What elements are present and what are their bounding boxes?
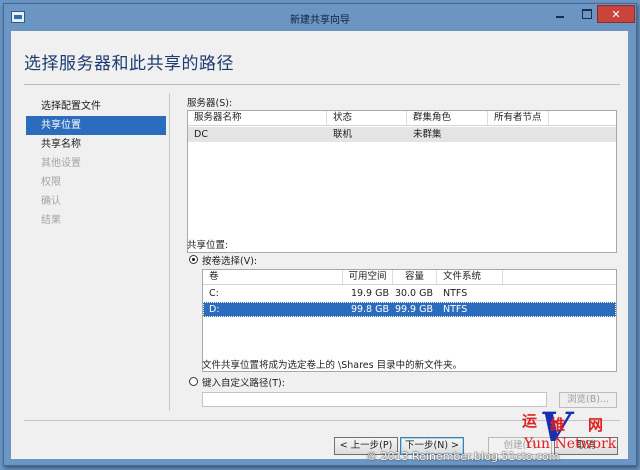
volumes-col-free[interactable]: 可用空间: [343, 270, 393, 285]
copyright-watermark: © 2013 Reinember.blog.51cto.com: [366, 450, 560, 463]
custom-path-radio[interactable]: [189, 377, 198, 386]
volume-free-cell: 19.9 GB: [350, 288, 389, 299]
browse-button[interactable]: 浏览(B)...: [559, 392, 617, 408]
minimize-button[interactable]: [547, 5, 573, 23]
volume-fs-cell: NTFS: [443, 304, 468, 315]
table-row[interactable]: C: 19.9 GB 30.0 GB NTFS: [203, 286, 616, 301]
by-volume-label[interactable]: 按卷选择(V):: [202, 253, 257, 267]
servers-col-status[interactable]: 状态: [327, 111, 407, 126]
footer-divider: [24, 420, 620, 421]
volumes-col-filesystem[interactable]: 文件系统: [437, 270, 503, 285]
share-path-note: 文件共享位置将成为选定卷上的 \Shares 目录中的新文件夹。: [202, 360, 463, 371]
volumes-col-volume[interactable]: 卷: [203, 270, 343, 285]
nav-step-share-name[interactable]: 共享名称: [26, 135, 166, 154]
server-owner-cell: [488, 127, 549, 142]
servers-col-filler: [549, 111, 616, 126]
server-name-cell: DC: [194, 129, 208, 140]
close-button[interactable]: ✕: [597, 5, 635, 23]
nav-divider: [169, 93, 170, 411]
volume-cell: D:: [209, 304, 220, 315]
cancel-button[interactable]: 取消: [554, 437, 618, 455]
nav-step-select-profile[interactable]: 选择配置文件: [26, 97, 166, 116]
by-volume-radio[interactable]: [189, 255, 198, 264]
nav-step-share-location[interactable]: 共享位置: [26, 116, 166, 135]
custom-path-label[interactable]: 键入自定义路径(T):: [202, 375, 285, 389]
volume-free-cell: 99.8 GB: [350, 304, 389, 315]
header-divider: [24, 84, 620, 85]
share-location-label: 共享位置:: [187, 240, 229, 251]
nav-step-permissions: 权限: [41, 177, 61, 188]
close-icon: ✕: [611, 8, 621, 21]
servers-col-name[interactable]: 服务器名称: [188, 111, 327, 126]
nav-step-results: 结果: [41, 215, 61, 226]
table-row[interactable]: D: 99.8 GB 99.9 GB NTFS: [203, 302, 616, 317]
volume-capacity-cell: 99.9 GB: [394, 304, 433, 315]
server-status-cell: 联机: [333, 129, 353, 140]
volumes-col-filler: [503, 270, 616, 285]
nav-step-other-settings: 其他设置: [41, 158, 81, 169]
wizard-window: 新建共享向导 ✕ 选择服务器和此共享的路径 选择配置文件 共享位置 共享名称 其…: [3, 3, 637, 466]
window-title: 新建共享向导: [290, 15, 350, 26]
volume-fs-cell: NTFS: [443, 288, 468, 299]
volume-capacity-cell: 30.0 GB: [394, 288, 433, 299]
servers-col-role[interactable]: 群集角色: [407, 111, 488, 126]
servers-table[interactable]: 服务器名称 状态 群集角色 所有者节点 DC 联机 未群集: [187, 110, 617, 253]
wizard-steps-nav: 选择配置文件 共享位置 共享名称 其他设置 权限 确认 结果: [26, 97, 166, 230]
volumes-col-capacity[interactable]: 容量: [393, 270, 437, 285]
servers-label: 服务器(S):: [187, 98, 233, 109]
table-row[interactable]: DC 联机 未群集: [188, 127, 616, 142]
page-title: 选择服务器和此共享的路径: [24, 54, 234, 74]
wizard-content: 选择服务器和此共享的路径 选择配置文件 共享位置 共享名称 其他设置 权限 确认…: [11, 31, 628, 459]
title-bar[interactable]: 新建共享向导 ✕: [4, 4, 636, 31]
nav-step-confirmation: 确认: [41, 196, 61, 207]
servers-col-owner[interactable]: 所有者节点: [488, 111, 549, 126]
volume-cell: C:: [209, 288, 219, 299]
server-role-cell: 未群集: [413, 129, 442, 140]
custom-path-input[interactable]: [202, 392, 547, 407]
